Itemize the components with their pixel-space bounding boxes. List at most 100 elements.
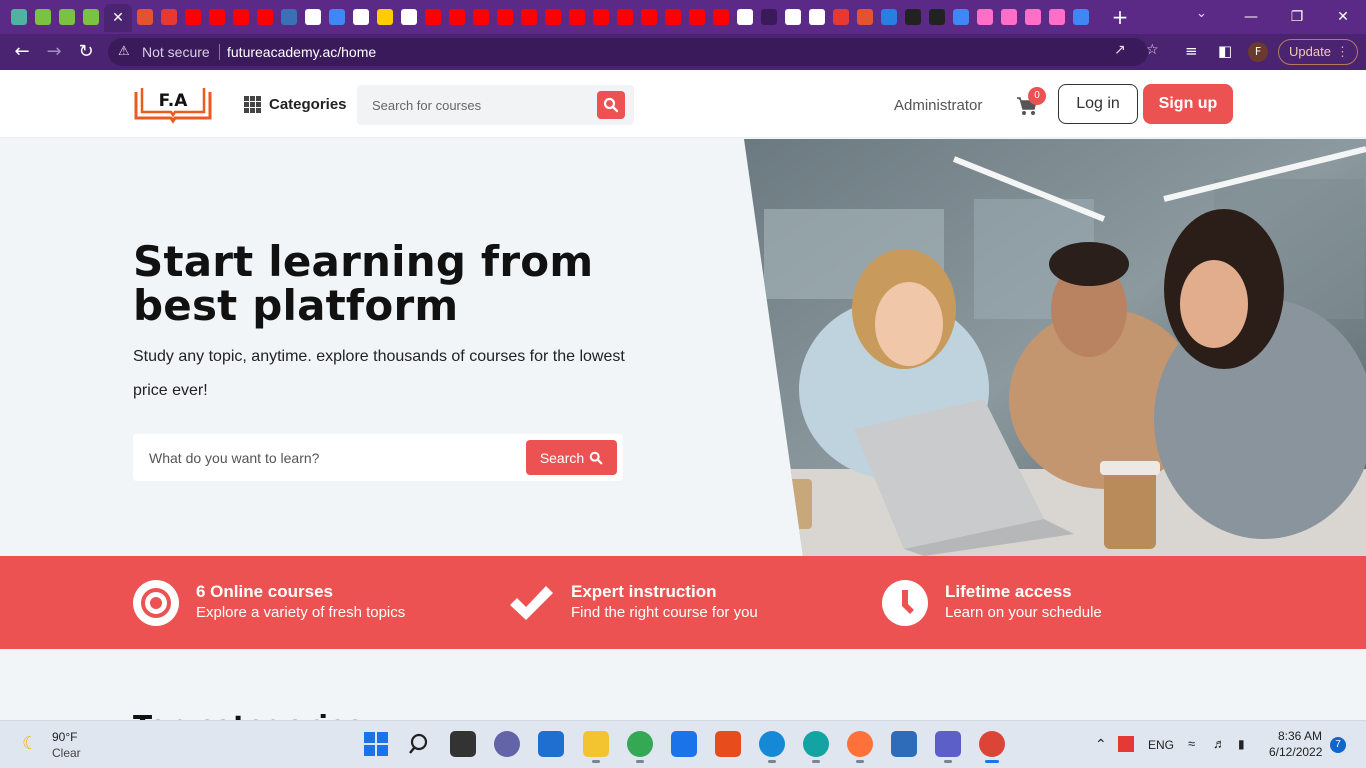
tab-favicon[interactable] [374, 6, 396, 28]
tab-favicon[interactable] [302, 6, 324, 28]
login-button[interactable]: Log in [1058, 84, 1138, 124]
categories-menu[interactable]: Categories [269, 96, 347, 113]
weather-temperature[interactable]: 90°F [52, 730, 77, 744]
tab-favicon[interactable] [830, 6, 852, 28]
photos-icon[interactable] [891, 731, 917, 757]
tab-favicon[interactable] [206, 6, 228, 28]
chat-icon[interactable] [494, 731, 520, 757]
forward-button[interactable]: → [42, 40, 66, 64]
tray-app-icon[interactable] [1118, 736, 1134, 752]
chevron-up-icon[interactable]: ⌃ [1095, 736, 1107, 753]
tab-favicon[interactable] [542, 6, 564, 28]
course-search-button[interactable] [597, 91, 625, 119]
share-icon[interactable]: ↗ [1114, 42, 1126, 58]
hero-search-button[interactable]: Search [526, 440, 617, 475]
tab-favicon[interactable] [134, 6, 156, 28]
tab-favicon[interactable] [494, 6, 516, 28]
tab-favicon[interactable] [710, 6, 732, 28]
grid-icon[interactable] [244, 96, 263, 113]
tab-favicon[interactable] [686, 6, 708, 28]
tab-favicon[interactable] [1046, 6, 1068, 28]
tab-favicon[interactable] [950, 6, 972, 28]
tab-favicon[interactable] [254, 6, 276, 28]
update-button[interactable]: Update ⋮ [1278, 39, 1358, 65]
tab-favicon[interactable] [326, 6, 348, 28]
signup-button[interactable]: Sign up [1143, 84, 1233, 124]
close-tab-icon[interactable]: ✕ [112, 10, 124, 26]
office-icon[interactable] [715, 731, 741, 757]
tab-favicon[interactable] [398, 6, 420, 28]
battery-icon[interactable]: ▮ [1238, 737, 1245, 751]
tab-favicon[interactable] [926, 6, 948, 28]
close-window-button[interactable]: ✕ [1320, 0, 1366, 34]
edge-icon[interactable] [759, 731, 785, 757]
tab-favicon[interactable] [758, 6, 780, 28]
tab-favicon[interactable] [734, 6, 756, 28]
tab-favicon[interactable] [56, 6, 78, 28]
language-indicator[interactable]: ENG [1148, 738, 1174, 752]
wifi-icon[interactable]: ≈ [1188, 736, 1195, 751]
tab-favicon[interactable] [590, 6, 612, 28]
file-explorer-icon[interactable] [583, 731, 609, 757]
bookmark-star-icon[interactable]: ☆ [1146, 42, 1159, 58]
edge-alt-icon[interactable] [803, 731, 829, 757]
administrator-link[interactable]: Administrator [894, 97, 982, 114]
minimize-button[interactable]: — [1228, 0, 1274, 34]
tab-favicon[interactable] [878, 6, 900, 28]
tab-favicon[interactable] [806, 6, 828, 28]
tab-favicon[interactable] [998, 6, 1020, 28]
search-taskbar-button[interactable] [407, 731, 433, 757]
tab-favicon[interactable] [446, 6, 468, 28]
tab-favicon[interactable] [566, 6, 588, 28]
tab-favicon[interactable] [158, 6, 180, 28]
tab-favicon[interactable] [182, 6, 204, 28]
tab-search-icon[interactable]: ⌄ [1196, 6, 1207, 21]
reading-list-icon[interactable]: ≡ [1185, 42, 1198, 60]
reload-button[interactable]: ↻ [74, 40, 98, 64]
tab-favicon[interactable] [1022, 6, 1044, 28]
notification-badge[interactable]: 7 [1330, 737, 1346, 753]
weather-condition[interactable]: Clear [52, 746, 81, 760]
warning-icon[interactable]: ⚠ [118, 44, 130, 59]
tab-favicon[interactable] [662, 6, 684, 28]
tab-favicon[interactable] [230, 6, 252, 28]
tab-active[interactable]: ✕ [104, 4, 132, 32]
back-button[interactable]: ← [10, 40, 34, 64]
url-text[interactable]: futureacademy.ac/home [227, 44, 376, 60]
tab-favicon[interactable] [8, 6, 30, 28]
tab-favicon[interactable] [422, 6, 444, 28]
course-search-input[interactable] [372, 85, 597, 125]
store-icon[interactable] [538, 731, 564, 757]
tab-favicon[interactable] [518, 6, 540, 28]
volume-icon[interactable]: ♬ [1213, 736, 1226, 751]
tab-favicon[interactable] [470, 6, 492, 28]
tab-favicon[interactable] [854, 6, 876, 28]
profile-avatar[interactable]: F [1248, 42, 1268, 62]
teams-icon[interactable] [935, 731, 961, 757]
clock-date[interactable]: 6/12/2022 [1269, 745, 1322, 759]
tab-favicon[interactable] [614, 6, 636, 28]
new-tab-button[interactable]: + [1109, 5, 1131, 29]
moon-icon[interactable]: ☾ [22, 733, 38, 754]
tab-favicon[interactable] [902, 6, 924, 28]
tab-favicon[interactable] [638, 6, 660, 28]
tab-favicon[interactable] [278, 6, 300, 28]
tab-favicon[interactable] [974, 6, 996, 28]
firefox-icon[interactable] [847, 731, 873, 757]
tab-favicon[interactable] [32, 6, 54, 28]
logo[interactable]: F.A [133, 84, 213, 124]
tab-favicon[interactable] [80, 6, 102, 28]
tab-favicon[interactable] [350, 6, 372, 28]
hero-search-input[interactable] [149, 434, 519, 481]
mail-icon[interactable] [671, 731, 697, 757]
start-button[interactable] [363, 731, 389, 757]
chrome-profile-icon[interactable] [979, 731, 1005, 757]
side-panel-icon[interactable]: ◧ [1218, 42, 1232, 60]
tab-favicon[interactable] [782, 6, 804, 28]
restore-button[interactable]: ❐ [1274, 0, 1320, 34]
task-view-icon[interactable] [450, 731, 476, 757]
tab-favicon[interactable] [1070, 6, 1092, 28]
clock-time[interactable]: 8:36 AM [1278, 729, 1322, 743]
security-label[interactable]: Not secure [142, 44, 210, 60]
chrome-icon[interactable] [627, 731, 653, 757]
